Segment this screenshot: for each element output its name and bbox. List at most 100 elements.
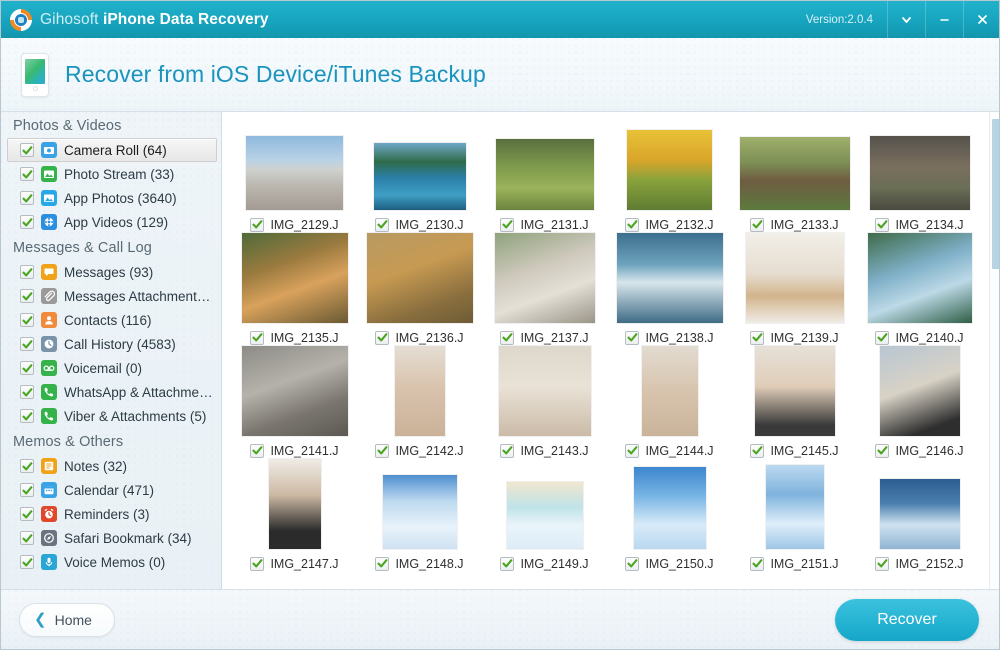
checkbox[interactable] [375,556,390,571]
checkbox[interactable] [625,556,640,571]
checkbox[interactable] [250,217,265,232]
sidebar-item-whatsapp-attachmen[interactable]: WhatsApp & Attachmen... [7,380,217,404]
sidebar-item-camera-roll-64[interactable]: Camera Roll (64) [7,138,217,162]
thumbnail-image[interactable] [616,233,723,323]
thumbnail-image[interactable] [268,459,321,549]
thumbnail-filename: IMG_2139.J [770,330,839,345]
thumbnail-filename: IMG_2137.J [520,330,589,345]
sidebar-item-messages-attachments-5[interactable]: Messages Attachments (5) [7,284,217,308]
chevron-down-icon[interactable] [887,1,925,38]
sidebar-item-label: Calendar (471) [64,482,155,498]
scrollbar-thumb[interactable] [992,119,999,269]
checkbox[interactable] [20,459,34,473]
clock-icon [41,336,57,352]
thumbnail-image[interactable] [739,137,850,210]
sidebar-item-voice-memos-0[interactable]: Voice Memos (0) [7,550,217,574]
thumbnail-image[interactable] [641,346,698,436]
thumbnail-image[interactable] [494,233,595,323]
checkbox[interactable] [20,483,34,497]
thumbnail-image[interactable] [366,233,473,323]
thumbnail-filename: IMG_2134.J [895,217,964,232]
thumbnail-cell: IMG_2129.J [232,120,357,233]
sidebar-item-label: Messages Attachments (5) [64,288,216,304]
thumbnail-image[interactable] [382,475,457,549]
thumbnail-label: IMG_2143.J [500,442,589,459]
checkbox[interactable] [20,265,34,279]
thumbnail-image[interactable] [498,346,591,436]
checkbox[interactable] [875,217,890,232]
sidebar-item-reminders-3[interactable]: Reminders (3) [7,502,217,526]
checkbox[interactable] [500,330,515,345]
checkbox[interactable] [20,191,34,205]
checkbox[interactable] [500,443,515,458]
sidebar-item-voicemail-0[interactable]: Voicemail (0) [7,356,217,380]
thumbnail-image[interactable] [879,346,960,436]
checkbox[interactable] [20,409,34,423]
checkbox[interactable] [750,443,765,458]
checkbox[interactable] [375,217,390,232]
sidebar-item-safari-bookmark-34[interactable]: Safari Bookmark (34) [7,526,217,550]
checkbox[interactable] [250,443,265,458]
checkbox[interactable] [500,556,515,571]
sidebar-item-contacts-116[interactable]: Contacts (116) [7,308,217,332]
thumbnail-image[interactable] [241,346,348,436]
checkbox[interactable] [875,330,890,345]
thumbnail-image[interactable] [765,465,824,549]
checkbox[interactable] [20,507,34,521]
thumbnail-image[interactable] [246,136,343,210]
vertical-scrollbar[interactable] [989,112,999,591]
thumbnail-image[interactable] [495,139,594,210]
minimize-icon[interactable] [925,1,963,38]
checkbox[interactable] [20,337,34,351]
thumbnail-image[interactable] [754,346,835,436]
sidebar-item-calendar-471[interactable]: Calendar (471) [7,478,217,502]
close-icon[interactable] [963,1,999,38]
checkbox[interactable] [875,556,890,571]
checkbox[interactable] [375,330,390,345]
checkbox[interactable] [20,215,34,229]
checkbox[interactable] [750,556,765,571]
checkbox[interactable] [20,385,34,399]
checkbox[interactable] [20,555,34,569]
camera-icon [41,142,57,158]
checkbox[interactable] [750,217,765,232]
checkbox[interactable] [875,443,890,458]
thumbnail-image[interactable] [394,346,445,436]
checkbox[interactable] [500,217,515,232]
thumbnail-image[interactable] [745,233,844,323]
sidebar-item-call-history-4583[interactable]: Call History (4583) [7,332,217,356]
checkbox[interactable] [20,361,34,375]
checkbox[interactable] [20,531,34,545]
sidebar-item-app-photos-3640[interactable]: App Photos (3640) [7,186,217,210]
sidebar-item-viber-attachments-5[interactable]: Viber & Attachments (5) [7,404,217,428]
thumbnail-image[interactable] [627,130,712,210]
checkbox[interactable] [20,143,34,157]
sidebar-item-photo-stream-33[interactable]: Photo Stream (33) [7,162,217,186]
sidebar-item-messages-93[interactable]: Messages (93) [7,260,217,284]
checkbox[interactable] [250,556,265,571]
sidebar-item-notes-32[interactable]: Notes (32) [7,454,217,478]
checkbox[interactable] [375,443,390,458]
thumbnail-label: IMG_2152.J [875,555,964,572]
recover-button-label: Recover [877,610,937,628]
recover-button[interactable]: Recover [835,598,979,641]
checkbox[interactable] [625,443,640,458]
thumbnail-image[interactable] [633,467,706,549]
thumbnail-image[interactable] [879,479,960,549]
sidebar-item-app-videos-129[interactable]: App Videos (129) [7,210,217,234]
thumbnail-image[interactable] [241,233,348,323]
checkbox[interactable] [20,289,34,303]
checkbox[interactable] [20,313,34,327]
thumbnail-image[interactable] [506,482,583,549]
thumbnail-label: IMG_2151.J [750,555,839,572]
thumbnail-image[interactable] [373,143,466,210]
checkbox[interactable] [250,330,265,345]
checkbox[interactable] [750,330,765,345]
thumbnail-image[interactable] [867,233,972,323]
checkbox[interactable] [625,217,640,232]
thumbnail-image[interactable] [869,136,970,210]
home-button[interactable]: ❮ Home [19,602,115,637]
thumbnail-filename: IMG_2149.J [520,556,589,571]
checkbox[interactable] [20,167,34,181]
checkbox[interactable] [625,330,640,345]
